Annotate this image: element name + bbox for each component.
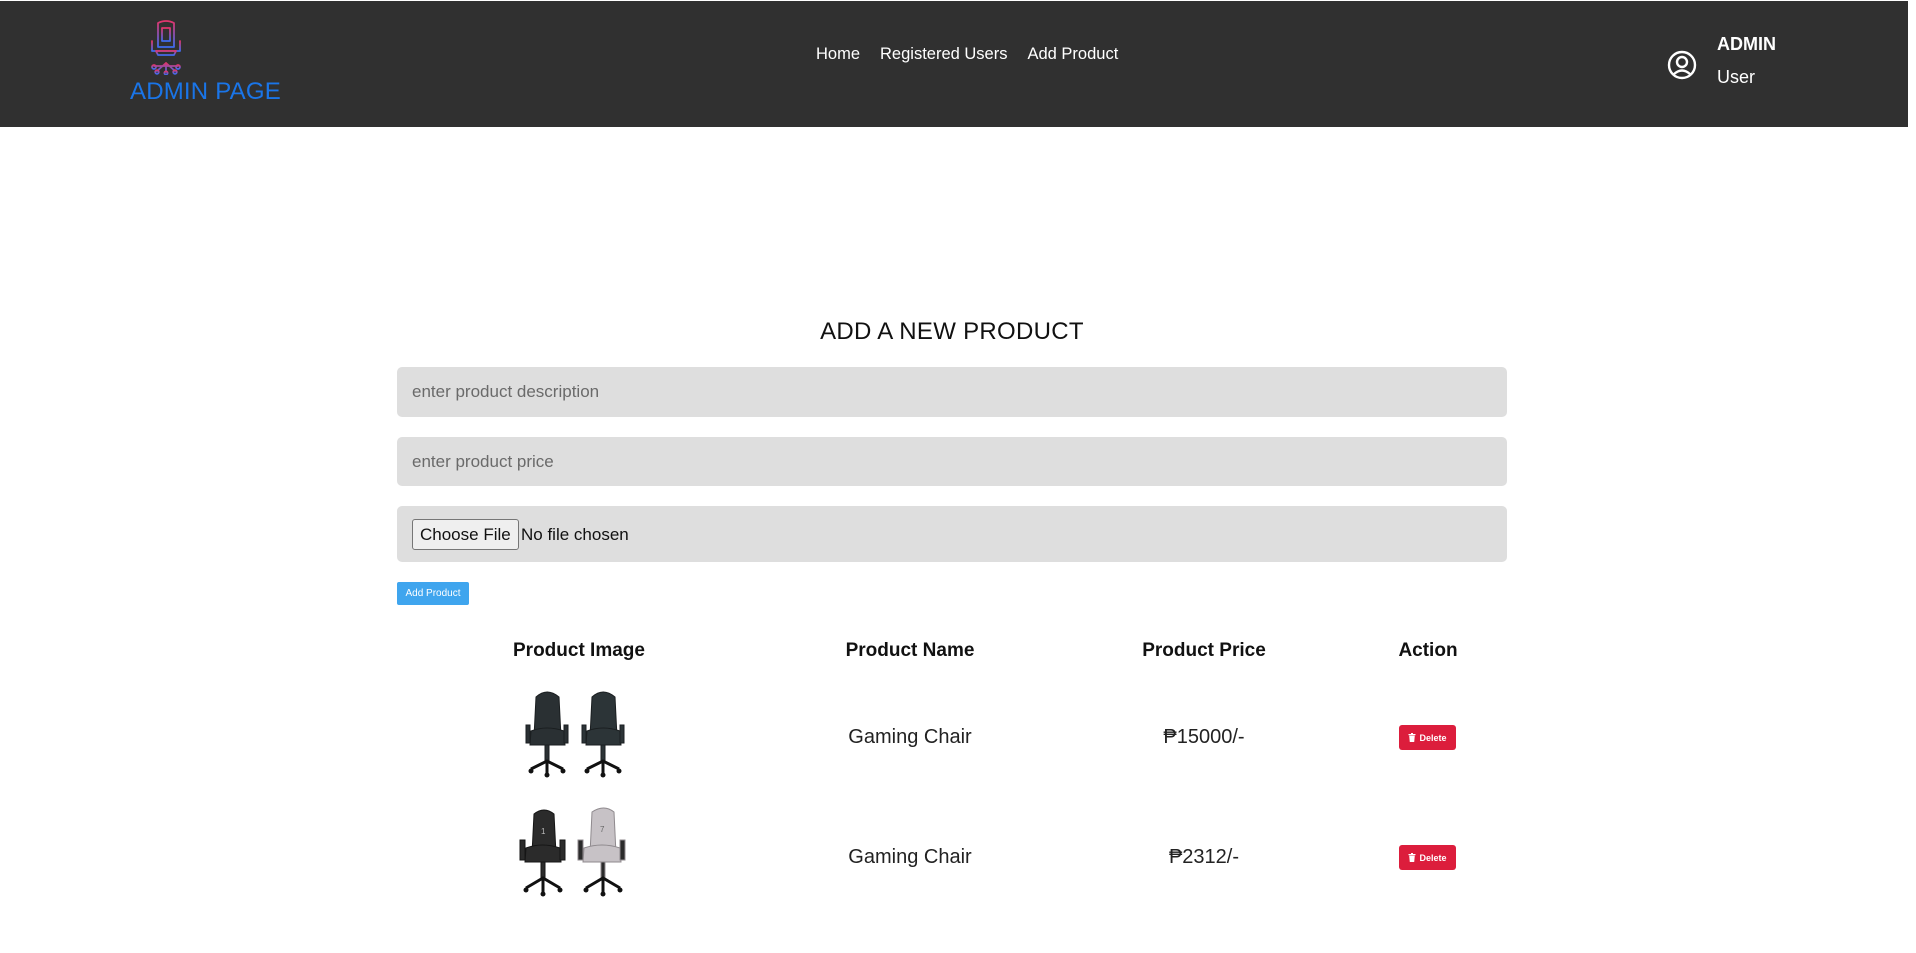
delete-button[interactable]: Delete xyxy=(1399,845,1456,870)
form-title: ADD A NEW PRODUCT xyxy=(820,318,1084,345)
product-name: Gaming Chair xyxy=(848,726,972,748)
file-status: No file chosen xyxy=(521,525,629,544)
add-product-button[interactable]: Add Product xyxy=(397,582,469,605)
gaming-chair-logo-icon xyxy=(151,20,181,75)
svg-text:1: 1 xyxy=(541,827,546,836)
delete-button[interactable]: Delete xyxy=(1399,725,1456,750)
product-description-input[interactable] xyxy=(397,367,1507,417)
header-product-price: Product Price xyxy=(1142,640,1266,661)
product-image-black-and-grey-gaming-chairs: 1 7 xyxy=(519,807,626,897)
delete-label: Delete xyxy=(1419,852,1447,863)
trash-icon xyxy=(1408,733,1416,742)
nav-home[interactable]: Home xyxy=(816,45,860,64)
product-name: Gaming Chair xyxy=(848,846,972,868)
nav-registered-users[interactable]: Registered Users xyxy=(880,45,1007,64)
user-name: User xyxy=(1717,67,1756,87)
product-price-input[interactable] xyxy=(397,437,1507,486)
user-role: ADMIN xyxy=(1717,34,1776,54)
header-product-name: Product Name xyxy=(845,640,975,661)
header-action: Action xyxy=(1398,640,1458,661)
choose-file-button[interactable]: Choose File xyxy=(412,519,519,550)
product-image-file-input[interactable]: Choose File No file chosen xyxy=(397,506,1507,562)
brand-title: ADMIN PAGE xyxy=(130,78,281,105)
delete-label: Delete xyxy=(1419,732,1447,743)
main-nav: Home Registered Users Add Product xyxy=(816,45,1118,64)
svg-text:7: 7 xyxy=(600,825,605,834)
product-price: ₱15000/- xyxy=(1163,726,1245,748)
top-navbar: ADMIN PAGE Home Registered Users Add Pro… xyxy=(0,1,1908,127)
product-price: ₱2312/- xyxy=(1168,846,1240,868)
trash-icon xyxy=(1408,853,1416,862)
user-circle-icon[interactable] xyxy=(1666,49,1698,81)
product-image-two-dark-gaming-chairs xyxy=(525,691,625,778)
header-product-image: Product Image xyxy=(513,640,645,661)
nav-add-product[interactable]: Add Product xyxy=(1027,45,1118,64)
